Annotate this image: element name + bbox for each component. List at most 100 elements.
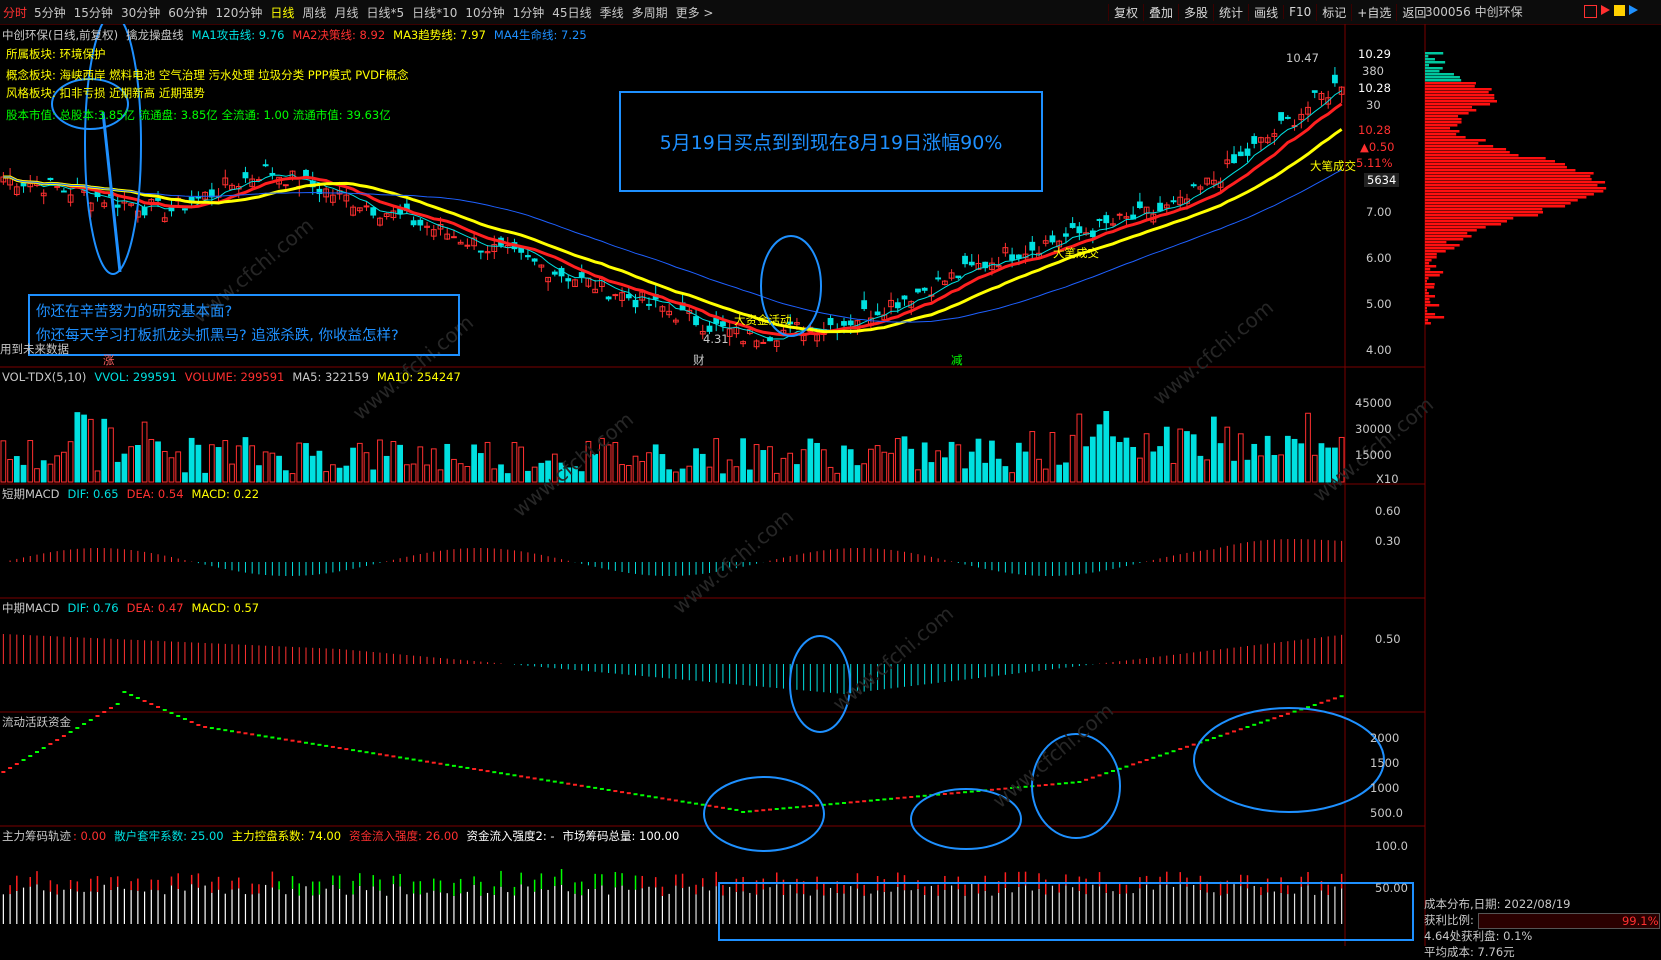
cost-profile-bar (1425, 139, 1486, 142)
cost-profile-bar (1425, 217, 1514, 220)
tab-timeframe[interactable]: 120分钟 (212, 4, 267, 21)
cost-profile-bar (1425, 67, 1443, 70)
cost-date: 成本分布,日期: 2022/08/19 (1424, 897, 1571, 911)
event-jian-marker[interactable]: 减 (951, 352, 963, 368)
tab-timeframe[interactable]: 季线 (596, 4, 628, 21)
volume-bar (800, 449, 807, 483)
volume-bar (464, 466, 471, 483)
triangle-icon[interactable] (1601, 5, 1610, 15)
grid-icon[interactable] (1584, 5, 1597, 18)
cost-profile-bar (1425, 55, 1429, 58)
macd-mid-name[interactable]: 中期MACD (2, 600, 59, 616)
vol-indicator-name[interactable]: VOL-TDX(5,10) (2, 370, 86, 384)
liquidity-mark (182, 718, 187, 720)
volume-bar (968, 451, 975, 483)
indicator-name[interactable]: 擒龙操盘线 (126, 27, 184, 43)
cost-profile-bar (1425, 121, 1462, 124)
liquidity-mark (277, 737, 282, 740)
liquidity-mark (808, 805, 813, 807)
volume-bar (935, 450, 942, 483)
tool-button[interactable]: +自选 (1351, 3, 1396, 21)
candle-body (20, 182, 27, 187)
tab-timeframe[interactable]: 日线*10 (408, 4, 461, 21)
macd-short-dif: DIF: 0.65 (67, 486, 119, 501)
liquidity-mark (371, 752, 376, 755)
volume-bar (1110, 436, 1116, 483)
tab-timeframe[interactable]: 多周期 (628, 4, 672, 21)
arrow-icon[interactable] (1629, 5, 1638, 15)
candle-body (155, 197, 161, 201)
tab-timeframe[interactable]: 5分钟 (30, 4, 70, 21)
event-zhang-marker[interactable]: 涨 (103, 352, 115, 368)
liquidity-axis: 1000 (1370, 781, 1400, 795)
tab-timeframe[interactable]: 10分钟 (461, 4, 508, 21)
tab-timeframe[interactable]: 1分钟 (509, 4, 549, 21)
volume-bar (746, 469, 753, 483)
vol-axis-label: 45000 (1355, 396, 1392, 410)
volume-bar (444, 443, 451, 483)
tool-button[interactable]: 统计 (1213, 3, 1248, 21)
liquidity-mark (882, 798, 887, 801)
tab-timeframe[interactable]: 更多 > (672, 4, 718, 21)
tab-intraday[interactable]: 分时 (0, 4, 30, 21)
volume-bar (726, 459, 733, 483)
tab-timeframe[interactable]: 45日线 (548, 4, 595, 21)
liquidity-mark (1339, 695, 1344, 698)
tool-button[interactable]: 叠加 (1143, 3, 1178, 21)
liquidity-mark (1043, 784, 1048, 786)
candle-body (968, 261, 975, 266)
cost-profile-bar (1425, 295, 1436, 298)
liquidity-mark (492, 771, 497, 774)
ma4-label: MA4生命线: 7.25 (493, 27, 587, 42)
vol-axis-label: 15000 (1355, 448, 1392, 462)
volume-bar (94, 470, 101, 483)
tool-button[interactable]: F10 (1283, 5, 1316, 19)
volume-bar (1163, 426, 1170, 483)
volume-bar (518, 446, 525, 483)
volume-bar (847, 449, 854, 483)
tab-timeframe[interactable]: 30分钟 (117, 4, 164, 21)
macd-short-name[interactable]: 短期MACD (2, 486, 59, 502)
tool-button[interactable]: 复权 (1108, 3, 1143, 21)
tab-timeframe[interactable]: 周线 (298, 4, 330, 21)
liquidity-mark (88, 719, 93, 721)
macd-short-header: 短期MACD DIF: 0.65 DEA: 0.54 MACD: 0.22 (2, 486, 259, 501)
tab-timeframe[interactable]: 60分钟 (164, 4, 211, 21)
macd-mid-dea: DEA: 0.47 (126, 600, 184, 615)
volume-bar (451, 458, 457, 483)
liquidity-name[interactable]: 流动活跃资金 (2, 714, 71, 730)
cost-distribution-panel: 成本分布,日期: 2022/08/19 获利比例: 99.1% 4.64处获利盘… (1424, 896, 1661, 960)
tab-timeframe[interactable]: 月线 (330, 4, 362, 21)
annotation-ellipse (1193, 707, 1385, 813)
tool-button[interactable]: 标记 (1316, 3, 1351, 21)
volume-bar (195, 444, 202, 483)
liquidity-mark (108, 707, 113, 709)
tool-button[interactable]: 画线 (1248, 3, 1283, 21)
flag-icon[interactable] (1614, 5, 1625, 16)
retail-coef: 散户套牢系数: 25.00 (114, 828, 224, 843)
cost-profile-bar (1425, 301, 1431, 304)
cost-profile-bar (1425, 256, 1437, 259)
tab-timeframe[interactable]: 15分钟 (70, 4, 117, 21)
cost-profile-bar (1425, 208, 1543, 211)
chip-name[interactable]: 主力筹码轨迹 (2, 828, 71, 844)
volume-bar (713, 438, 720, 483)
market-chip-total: 市场筹码总量: 100.00 (562, 828, 680, 843)
cost-profile-bar (1425, 124, 1458, 127)
liquidity-mark (283, 738, 288, 741)
chip-axis: 100.0 (1375, 839, 1408, 853)
cost-profile-bar (1425, 199, 1578, 202)
volume-bar (491, 468, 498, 483)
vol-ma10-label: MA10: 254247 (376, 369, 461, 384)
volume-bar (1177, 428, 1184, 483)
volume-bar (155, 441, 161, 483)
event-cai-marker[interactable]: 财 (693, 352, 705, 368)
tool-button[interactable]: 多股 (1178, 3, 1213, 21)
volume-bar (108, 427, 114, 483)
candle-body (1170, 200, 1177, 203)
cost-profile-bar (1425, 142, 1479, 145)
tab-timeframe[interactable]: 日线*5 (362, 4, 408, 21)
tab-timeframe[interactable]: 日线 (266, 4, 298, 21)
control-coef: 主力控盘系数: 74.00 (231, 828, 342, 843)
liquidity-mark (1178, 748, 1183, 750)
